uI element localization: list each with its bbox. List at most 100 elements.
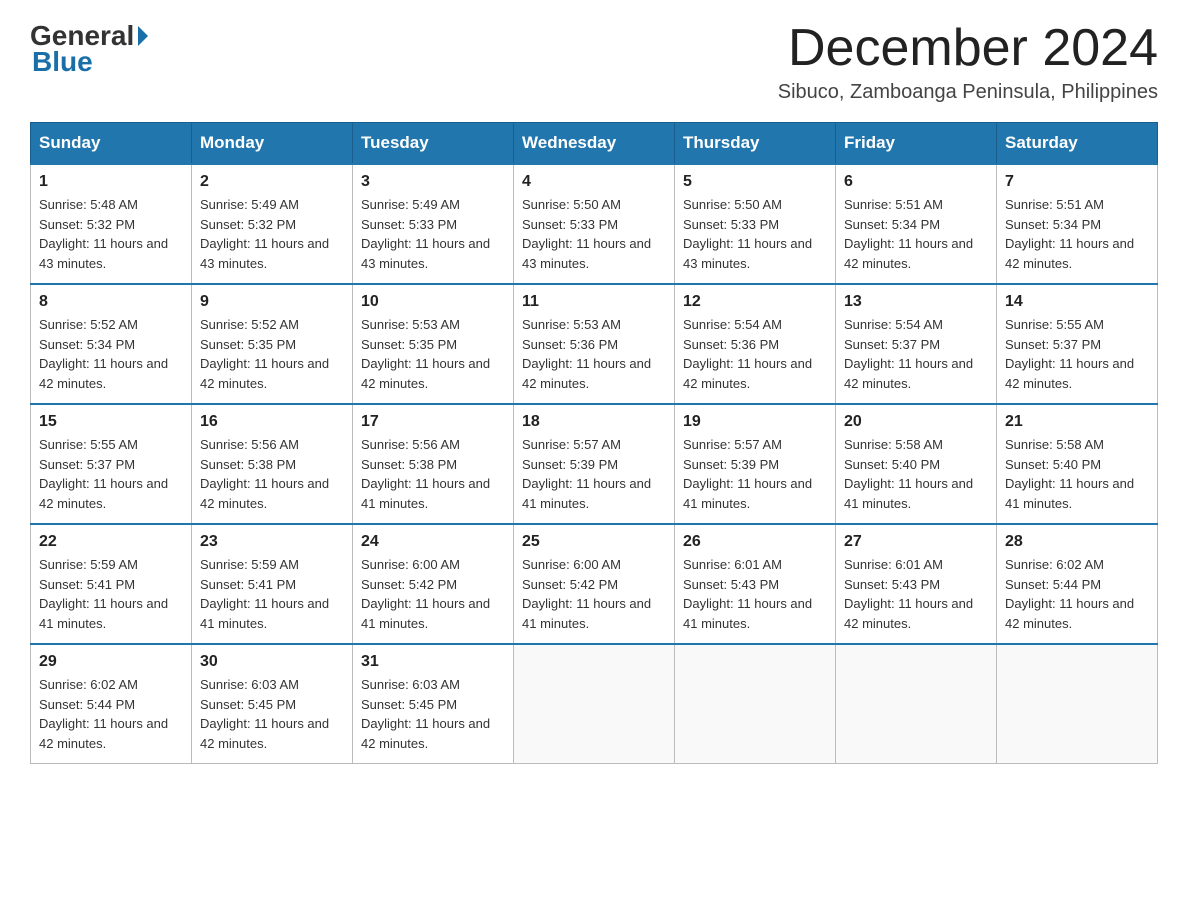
week-row-2: 8Sunrise: 5:52 AMSunset: 5:34 PMDaylight…: [31, 284, 1158, 404]
day-cell-15: 15 Sunrise: 5:55 AMSunset: 5:37 PMDayligh…: [31, 404, 192, 524]
day-cell-23: 23 Sunrise: 5:59 AMSunset: 5:41 PMDayligh…: [192, 524, 353, 644]
day-info-24: Sunrise: 6:00 AMSunset: 5:42 PMDaylight:…: [361, 555, 505, 633]
day-info-26: Sunrise: 6:01 AMSunset: 5:43 PMDaylight:…: [683, 555, 827, 633]
day-info-16: Sunrise: 5:56 AMSunset: 5:38 PMDaylight:…: [200, 435, 344, 513]
day-number-24: 24: [361, 533, 505, 551]
day-info-12: Sunrise: 5:54 AMSunset: 5:36 PMDaylight:…: [683, 315, 827, 393]
day-info-25: Sunrise: 6:00 AMSunset: 5:42 PMDaylight:…: [522, 555, 666, 633]
day-cell-1: 1 Sunrise: 5:48 AMSunset: 5:32 PMDaylight…: [31, 164, 192, 284]
page-header: General Blue December 2024 Sibuco, Zambo…: [30, 20, 1158, 104]
day-cell-30: 30Sunrise: 6:03 AMSunset: 5:45 PMDayligh…: [192, 644, 353, 764]
logo-blue-text: Blue: [30, 46, 93, 78]
day-cell-29: 29Sunrise: 6:02 AMSunset: 5:44 PMDayligh…: [31, 644, 192, 764]
day-number-28: 28: [1005, 533, 1149, 551]
day-info-29: Sunrise: 6:02 AMSunset: 5:44 PMDaylight:…: [39, 675, 183, 753]
day-number-7: 7: [1005, 173, 1149, 191]
day-info-22: Sunrise: 5:59 AMSunset: 5:41 PMDaylight:…: [39, 555, 183, 633]
day-cell-13: 13 Sunrise: 5:54 AMSunset: 5:37 PMDayligh…: [836, 284, 997, 404]
day-info-9: Sunrise: 5:52 AMSunset: 5:35 PMDaylight:…: [200, 315, 344, 393]
day-info-31: Sunrise: 6:03 AMSunset: 5:45 PMDaylight:…: [361, 675, 505, 753]
location-subtitle: Sibuco, Zamboanga Peninsula, Philippines: [778, 81, 1158, 104]
day-info-1: Sunrise: 5:48 AMSunset: 5:32 PMDaylight:…: [39, 195, 183, 273]
day-info-4: Sunrise: 5:50 AMSunset: 5:33 PMDaylight:…: [522, 195, 666, 273]
day-cell-27: 27 Sunrise: 6:01 AMSunset: 5:43 PMDayligh…: [836, 524, 997, 644]
day-info-7: Sunrise: 5:51 AMSunset: 5:34 PMDaylight:…: [1005, 195, 1149, 273]
header-saturday: Saturday: [997, 123, 1158, 165]
day-cell-14: 14 Sunrise: 5:55 AMSunset: 5:37 PMDayligh…: [997, 284, 1158, 404]
day-info-15: Sunrise: 5:55 AMSunset: 5:37 PMDaylight:…: [39, 435, 183, 513]
empty-cell-w4-d4: [675, 644, 836, 764]
day-number-12: 12: [683, 293, 827, 311]
day-cell-7: 7 Sunrise: 5:51 AMSunset: 5:34 PMDaylight…: [997, 164, 1158, 284]
day-number-26: 26: [683, 533, 827, 551]
day-info-17: Sunrise: 5:56 AMSunset: 5:38 PMDaylight:…: [361, 435, 505, 513]
day-info-21: Sunrise: 5:58 AMSunset: 5:40 PMDaylight:…: [1005, 435, 1149, 513]
day-number-17: 17: [361, 413, 505, 431]
day-cell-16: 16 Sunrise: 5:56 AMSunset: 5:38 PMDayligh…: [192, 404, 353, 524]
empty-cell-w4-d3: [514, 644, 675, 764]
day-cell-4: 4 Sunrise: 5:50 AMSunset: 5:33 PMDaylight…: [514, 164, 675, 284]
day-number-16: 16: [200, 413, 344, 431]
week-row-1: 1 Sunrise: 5:48 AMSunset: 5:32 PMDaylight…: [31, 164, 1158, 284]
day-number-18: 18: [522, 413, 666, 431]
header-tuesday: Tuesday: [353, 123, 514, 165]
day-number-4: 4: [522, 173, 666, 191]
day-info-10: Sunrise: 5:53 AMSunset: 5:35 PMDaylight:…: [361, 315, 505, 393]
day-info-18: Sunrise: 5:57 AMSunset: 5:39 PMDaylight:…: [522, 435, 666, 513]
day-number-15: 15: [39, 413, 183, 431]
day-number-2: 2: [200, 173, 344, 191]
day-cell-5: 5 Sunrise: 5:50 AMSunset: 5:33 PMDaylight…: [675, 164, 836, 284]
day-info-13: Sunrise: 5:54 AMSunset: 5:37 PMDaylight:…: [844, 315, 988, 393]
day-info-19: Sunrise: 5:57 AMSunset: 5:39 PMDaylight:…: [683, 435, 827, 513]
header-row: SundayMondayTuesdayWednesdayThursdayFrid…: [31, 123, 1158, 165]
day-number-30: 30: [200, 653, 344, 671]
title-section: December 2024 Sibuco, Zamboanga Peninsul…: [778, 20, 1158, 104]
day-number-5: 5: [683, 173, 827, 191]
day-number-1: 1: [39, 173, 183, 191]
day-number-3: 3: [361, 173, 505, 191]
day-cell-26: 26 Sunrise: 6:01 AMSunset: 5:43 PMDayligh…: [675, 524, 836, 644]
day-number-14: 14: [1005, 293, 1149, 311]
day-number-10: 10: [361, 293, 505, 311]
empty-cell-w4-d6: [997, 644, 1158, 764]
day-cell-28: 28 Sunrise: 6:02 AMSunset: 5:44 PMDayligh…: [997, 524, 1158, 644]
day-info-27: Sunrise: 6:01 AMSunset: 5:43 PMDaylight:…: [844, 555, 988, 633]
day-cell-8: 8Sunrise: 5:52 AMSunset: 5:34 PMDaylight…: [31, 284, 192, 404]
day-cell-22: 22Sunrise: 5:59 AMSunset: 5:41 PMDayligh…: [31, 524, 192, 644]
header-wednesday: Wednesday: [514, 123, 675, 165]
day-info-20: Sunrise: 5:58 AMSunset: 5:40 PMDaylight:…: [844, 435, 988, 513]
day-cell-19: 19Sunrise: 5:57 AMSunset: 5:39 PMDayligh…: [675, 404, 836, 524]
day-number-6: 6: [844, 173, 988, 191]
day-number-20: 20: [844, 413, 988, 431]
day-info-23: Sunrise: 5:59 AMSunset: 5:41 PMDaylight:…: [200, 555, 344, 633]
day-info-2: Sunrise: 5:49 AMSunset: 5:32 PMDaylight:…: [200, 195, 344, 273]
day-cell-10: 10 Sunrise: 5:53 AMSunset: 5:35 PMDayligh…: [353, 284, 514, 404]
header-thursday: Thursday: [675, 123, 836, 165]
logo: General Blue: [30, 20, 148, 78]
day-info-14: Sunrise: 5:55 AMSunset: 5:37 PMDaylight:…: [1005, 315, 1149, 393]
day-number-31: 31: [361, 653, 505, 671]
month-title: December 2024: [778, 20, 1158, 77]
day-number-25: 25: [522, 533, 666, 551]
day-cell-11: 11 Sunrise: 5:53 AMSunset: 5:36 PMDayligh…: [514, 284, 675, 404]
day-cell-20: 20 Sunrise: 5:58 AMSunset: 5:40 PMDayligh…: [836, 404, 997, 524]
header-monday: Monday: [192, 123, 353, 165]
day-number-13: 13: [844, 293, 988, 311]
calendar-header: SundayMondayTuesdayWednesdayThursdayFrid…: [31, 123, 1158, 165]
day-number-27: 27: [844, 533, 988, 551]
day-number-11: 11: [522, 293, 666, 311]
empty-cell-w4-d5: [836, 644, 997, 764]
week-row-3: 15 Sunrise: 5:55 AMSunset: 5:37 PMDayligh…: [31, 404, 1158, 524]
day-cell-12: 12 Sunrise: 5:54 AMSunset: 5:36 PMDayligh…: [675, 284, 836, 404]
logo-arrow-icon: [138, 26, 148, 46]
day-info-11: Sunrise: 5:53 AMSunset: 5:36 PMDaylight:…: [522, 315, 666, 393]
day-cell-24: 24 Sunrise: 6:00 AMSunset: 5:42 PMDayligh…: [353, 524, 514, 644]
day-cell-6: 6Sunrise: 5:51 AMSunset: 5:34 PMDaylight…: [836, 164, 997, 284]
day-number-23: 23: [200, 533, 344, 551]
day-info-5: Sunrise: 5:50 AMSunset: 5:33 PMDaylight:…: [683, 195, 827, 273]
day-cell-25: 25 Sunrise: 6:00 AMSunset: 5:42 PMDayligh…: [514, 524, 675, 644]
day-cell-9: 9Sunrise: 5:52 AMSunset: 5:35 PMDaylight…: [192, 284, 353, 404]
calendar-table: SundayMondayTuesdayWednesdayThursdayFrid…: [30, 122, 1158, 764]
day-number-8: 8: [39, 293, 183, 311]
day-info-28: Sunrise: 6:02 AMSunset: 5:44 PMDaylight:…: [1005, 555, 1149, 633]
